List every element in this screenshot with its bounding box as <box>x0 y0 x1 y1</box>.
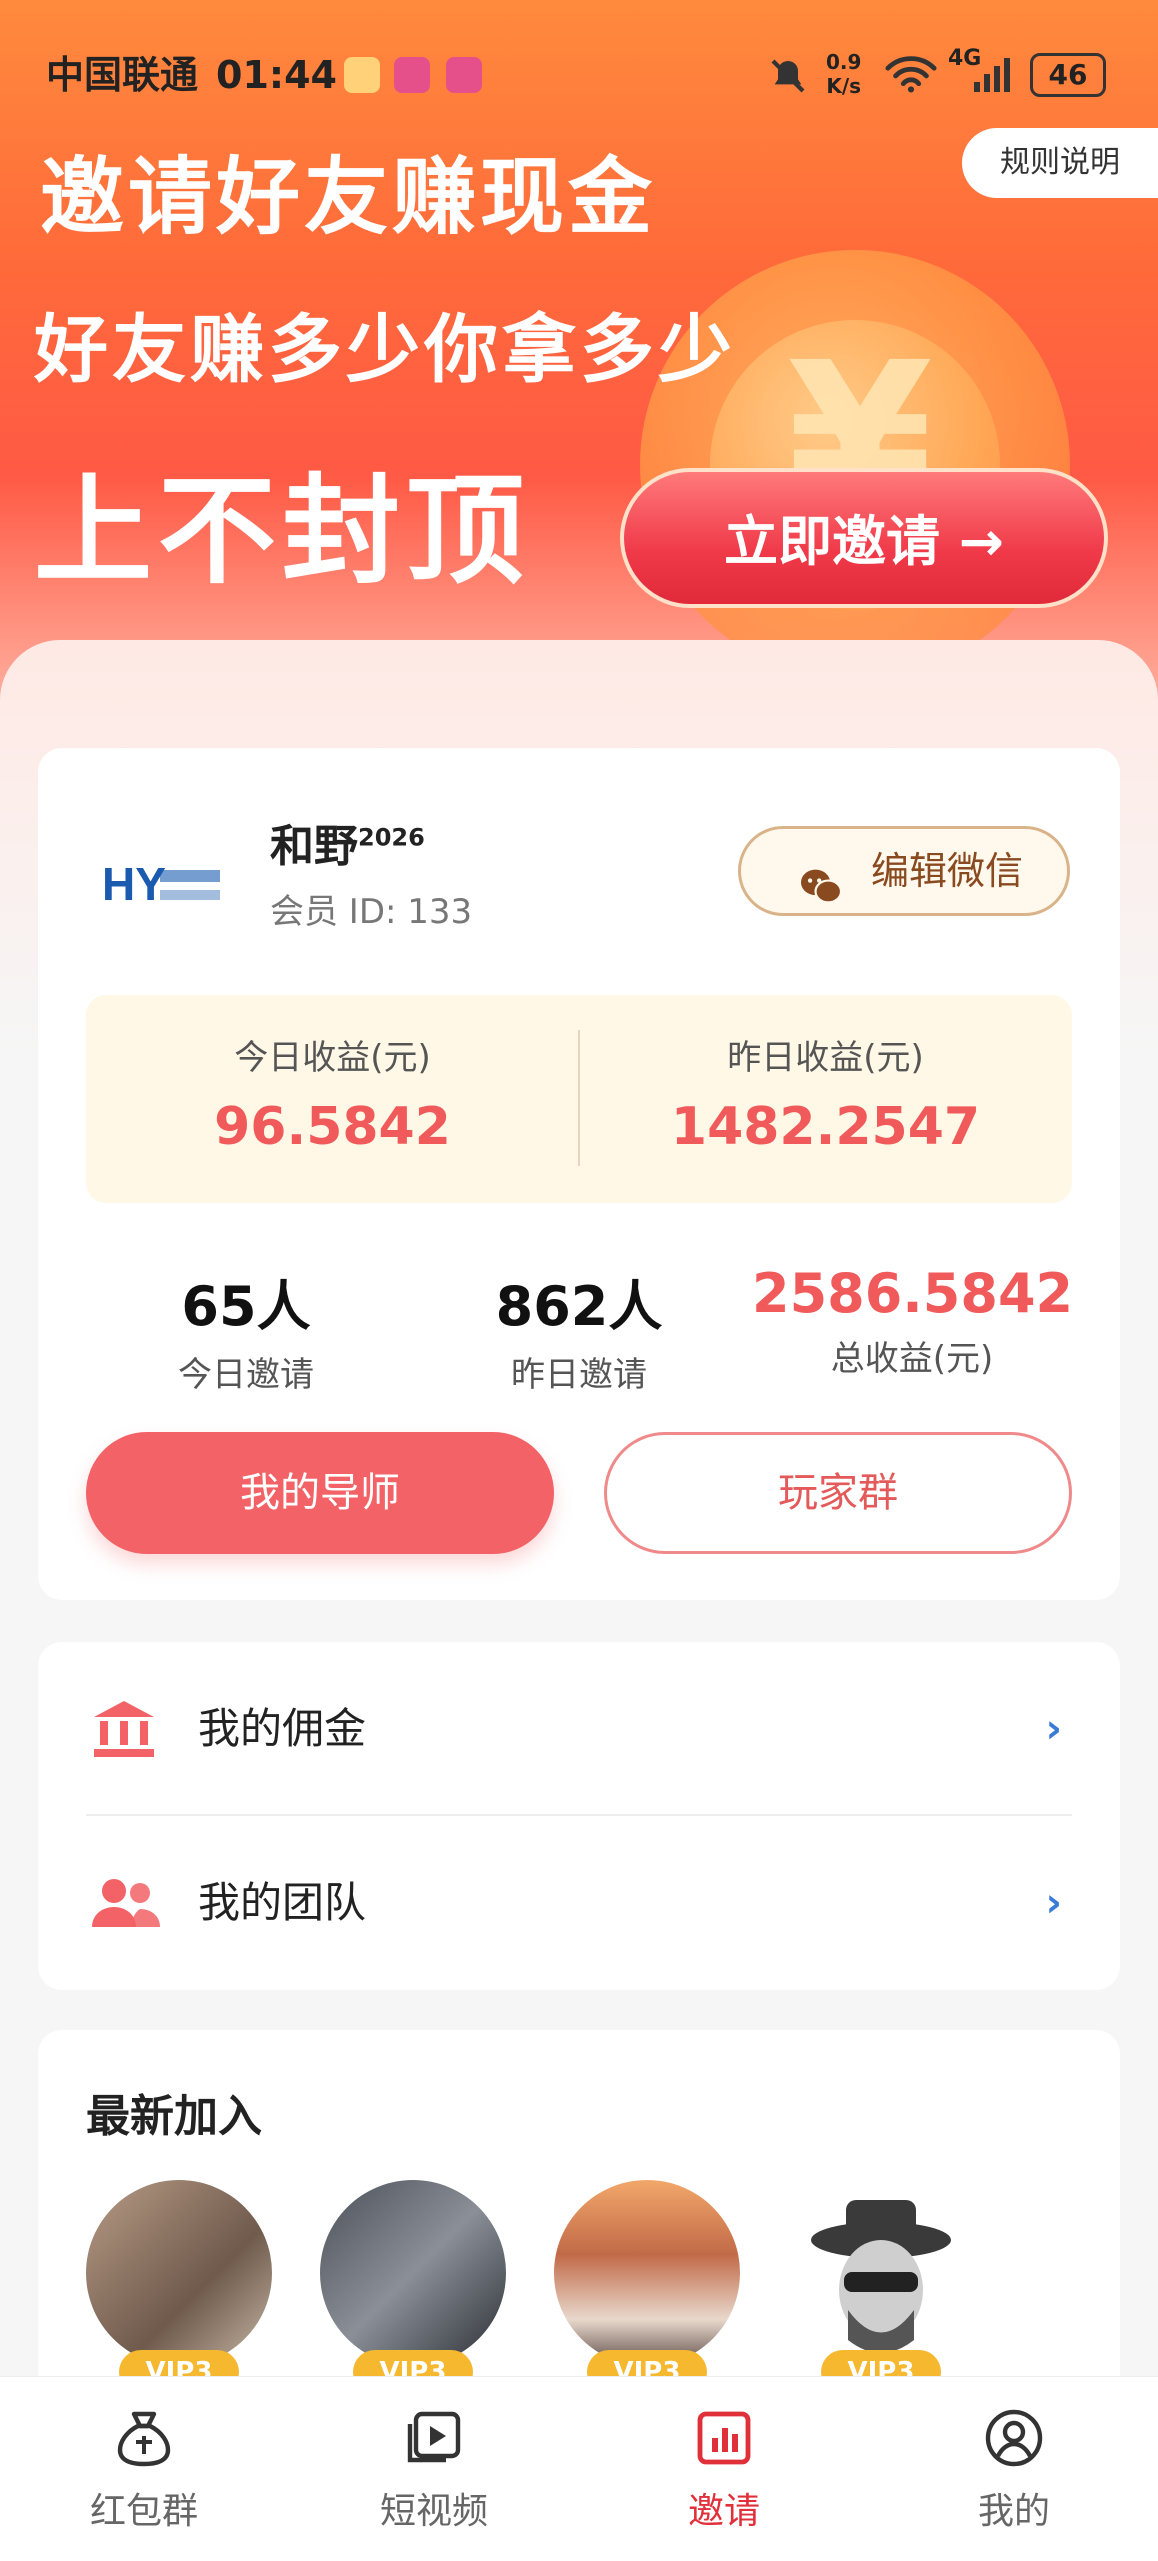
today-earnings-label: 今日收益(元) <box>234 1038 431 1078</box>
edit-wechat-label: 编辑微信 <box>871 849 1024 893</box>
stat-yesterday-invites: 862人 昨日邀请 <box>419 1262 739 1396</box>
yesterday-earnings: 昨日收益(元) 1482.2547 <box>579 1030 1072 1157</box>
video-icon <box>334 2406 534 2476</box>
stat-today-invites: 65人 今日邀请 <box>86 1262 406 1396</box>
bank-icon <box>90 1697 158 1765</box>
member-avatar[interactable] <box>788 2180 974 2366</box>
menu-item-commission[interactable]: 我的佣金 › <box>86 1642 1072 1816</box>
battery-indicator: 46 <box>1030 53 1106 97</box>
tab-label: 短视频 <box>379 2491 488 2532</box>
stat-label: 总收益(元) <box>830 1339 994 1379</box>
tab-label: 邀请 <box>687 2491 760 2532</box>
status-bar: 中国联通 01:44 0.9 K/s 4G 46 <box>0 40 1158 110</box>
app-618-icon <box>394 57 430 93</box>
today-earnings-value: 96.5842 <box>214 1097 451 1157</box>
heart-app-icon <box>344 57 380 93</box>
chart-icon <box>624 2406 824 2476</box>
tab-red-packet-group[interactable]: 红包群 <box>44 2376 244 2560</box>
player-group-button[interactable]: 玩家群 <box>604 1432 1072 1554</box>
member-avatar[interactable] <box>86 2180 272 2366</box>
user-name: 和野2026 <box>270 821 425 872</box>
stat-total-earnings: 2586.5842 总收益(元) <box>752 1262 1074 1380</box>
stat-label: 今日邀请 <box>178 1355 314 1395</box>
tab-short-video[interactable]: 短视频 <box>334 2376 534 2560</box>
tab-invite[interactable]: 邀请 <box>624 2376 824 2560</box>
stat-value: 65人 <box>181 1275 311 1338</box>
chevron-right-icon: › <box>1045 1880 1062 1926</box>
edit-wechat-button[interactable]: 编辑微信 <box>738 826 1070 916</box>
stat-value: 2586.5842 <box>752 1262 1074 1325</box>
user-name-superscript: 2026 <box>358 823 425 852</box>
yesterday-earnings-value: 1482.2547 <box>670 1097 981 1157</box>
yesterday-earnings-label: 昨日收益(元) <box>727 1038 924 1078</box>
user-icon <box>914 2406 1114 2476</box>
new-members-title: 最新加入 <box>86 2091 262 2142</box>
headline-tertiary: 上不封顶 <box>34 462 531 600</box>
member-id: 会员 ID: 133 <box>270 892 473 932</box>
carrier-name: 中国联通 <box>46 53 199 97</box>
tab-label: 我的 <box>977 2491 1050 2532</box>
app-618-icon <box>446 57 482 93</box>
headline-secondary: 好友赚多少你拿多少 <box>34 307 736 393</box>
stat-value: 862人 <box>495 1275 663 1338</box>
mute-icon <box>768 56 808 105</box>
menu-item-team[interactable]: 我的团队 › <box>86 1816 1072 1990</box>
wechat-icon <box>799 851 843 935</box>
signal-bars-icon <box>972 54 1016 103</box>
chevron-right-icon: › <box>1045 1706 1062 1752</box>
tab-label: 红包群 <box>89 2491 198 2532</box>
clock: 01:44 <box>216 53 337 97</box>
avatar-logo-text: HY <box>102 858 166 910</box>
money-bag-icon <box>44 2406 244 2476</box>
member-avatar[interactable] <box>320 2180 506 2366</box>
menu-item-label: 我的佣金 <box>198 1704 367 1753</box>
stat-label: 昨日邀请 <box>511 1355 647 1395</box>
headline-primary: 邀请好友赚现金 <box>40 148 657 246</box>
team-icon <box>90 1871 162 1939</box>
avatar[interactable]: HY <box>88 820 238 950</box>
invite-now-button[interactable]: 立即邀请 → <box>620 468 1108 608</box>
rules-button[interactable]: 规则说明 <box>962 128 1158 198</box>
today-earnings: 今日收益(元) 96.5842 <box>86 1030 579 1157</box>
net-speed: 0.9 K/s <box>826 50 862 98</box>
menu-item-label: 我的团队 <box>198 1878 367 1927</box>
member-avatar[interactable] <box>554 2180 740 2366</box>
wifi-icon <box>884 54 938 103</box>
my-mentor-button[interactable]: 我的导师 <box>86 1432 554 1554</box>
tab-me[interactable]: 我的 <box>914 2376 1114 2560</box>
